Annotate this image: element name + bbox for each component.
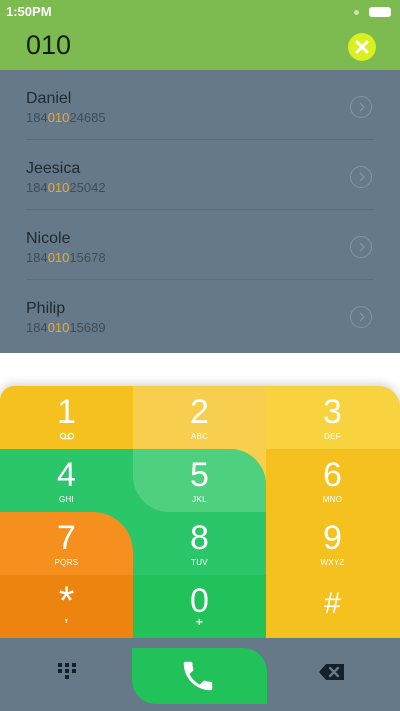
- list-item[interactable]: Jeesica 18401025042: [0, 140, 400, 210]
- contact-name: Daniel: [26, 90, 72, 107]
- search-header: 010: [0, 24, 400, 70]
- chevron-right-icon: [359, 102, 365, 112]
- contact-name: Jeesica: [26, 160, 81, 177]
- bottom-bar: [0, 638, 400, 711]
- key-9[interactable]: 9 WXYZ: [266, 512, 399, 575]
- chevron-right-icon: [359, 172, 365, 182]
- phone-icon: [183, 661, 213, 691]
- match-highlight: 010: [47, 250, 70, 265]
- key-8[interactable]: 8 TUV: [133, 512, 266, 575]
- key-star[interactable]: * ,: [0, 575, 133, 638]
- contact-number: 18401015678: [26, 250, 106, 265]
- call-button[interactable]: [132, 648, 267, 704]
- key-7[interactable]: 7 PQRS: [0, 512, 133, 575]
- key-6[interactable]: 6 MNO: [266, 449, 399, 512]
- contact-details-button[interactable]: [350, 306, 372, 328]
- dialpad-toggle-button[interactable]: [55, 660, 79, 684]
- contact-number: 18401025042: [26, 180, 106, 195]
- key-4[interactable]: 4 GHI: [0, 449, 133, 512]
- contact-details-button[interactable]: [350, 236, 372, 258]
- status-bar: 1:50PM: [0, 0, 400, 24]
- key-3[interactable]: 3 DEF: [266, 386, 399, 449]
- key-2[interactable]: 2 ABC: [133, 386, 266, 449]
- list-item[interactable]: Daniel 18401024685: [0, 70, 400, 140]
- dialpad: 1 2 ABC 3 DEF 4 GHI 5 JKL 6 MNO 7 PQRS 8…: [0, 386, 400, 638]
- contact-number: 18401015689: [26, 320, 106, 335]
- list-item[interactable]: Philip 18401015689: [0, 280, 400, 350]
- dialpad-icon: [58, 663, 76, 679]
- status-time: 1:50PM: [6, 4, 52, 19]
- match-highlight: 010: [47, 320, 70, 335]
- search-input[interactable]: 010: [26, 30, 71, 61]
- contact-list: Daniel 18401024685 Jeesica 18401025042 N…: [0, 70, 400, 353]
- match-highlight: 010: [47, 180, 70, 195]
- clear-button[interactable]: [348, 33, 376, 61]
- contact-name: Philip: [26, 300, 66, 317]
- list-item[interactable]: Nicole 18401015678: [0, 210, 400, 280]
- notification-dot-icon: [354, 10, 359, 15]
- voicemail-icon: [59, 432, 74, 440]
- match-highlight: 010: [47, 110, 70, 125]
- key-0[interactable]: 0 +: [133, 575, 266, 638]
- close-icon: [355, 40, 369, 54]
- backspace-button[interactable]: [318, 662, 346, 682]
- contact-number: 18401024685: [26, 110, 106, 125]
- battery-icon: [369, 7, 391, 17]
- chevron-right-icon: [359, 312, 365, 322]
- chevron-right-icon: [359, 242, 365, 252]
- key-5[interactable]: 5 JKL: [133, 449, 266, 512]
- key-hash[interactable]: #: [266, 575, 399, 638]
- contact-details-button[interactable]: [350, 166, 372, 188]
- contact-name: Nicole: [26, 230, 71, 247]
- key-1[interactable]: 1: [0, 386, 133, 449]
- contact-details-button[interactable]: [350, 96, 372, 118]
- backspace-icon: [319, 664, 344, 680]
